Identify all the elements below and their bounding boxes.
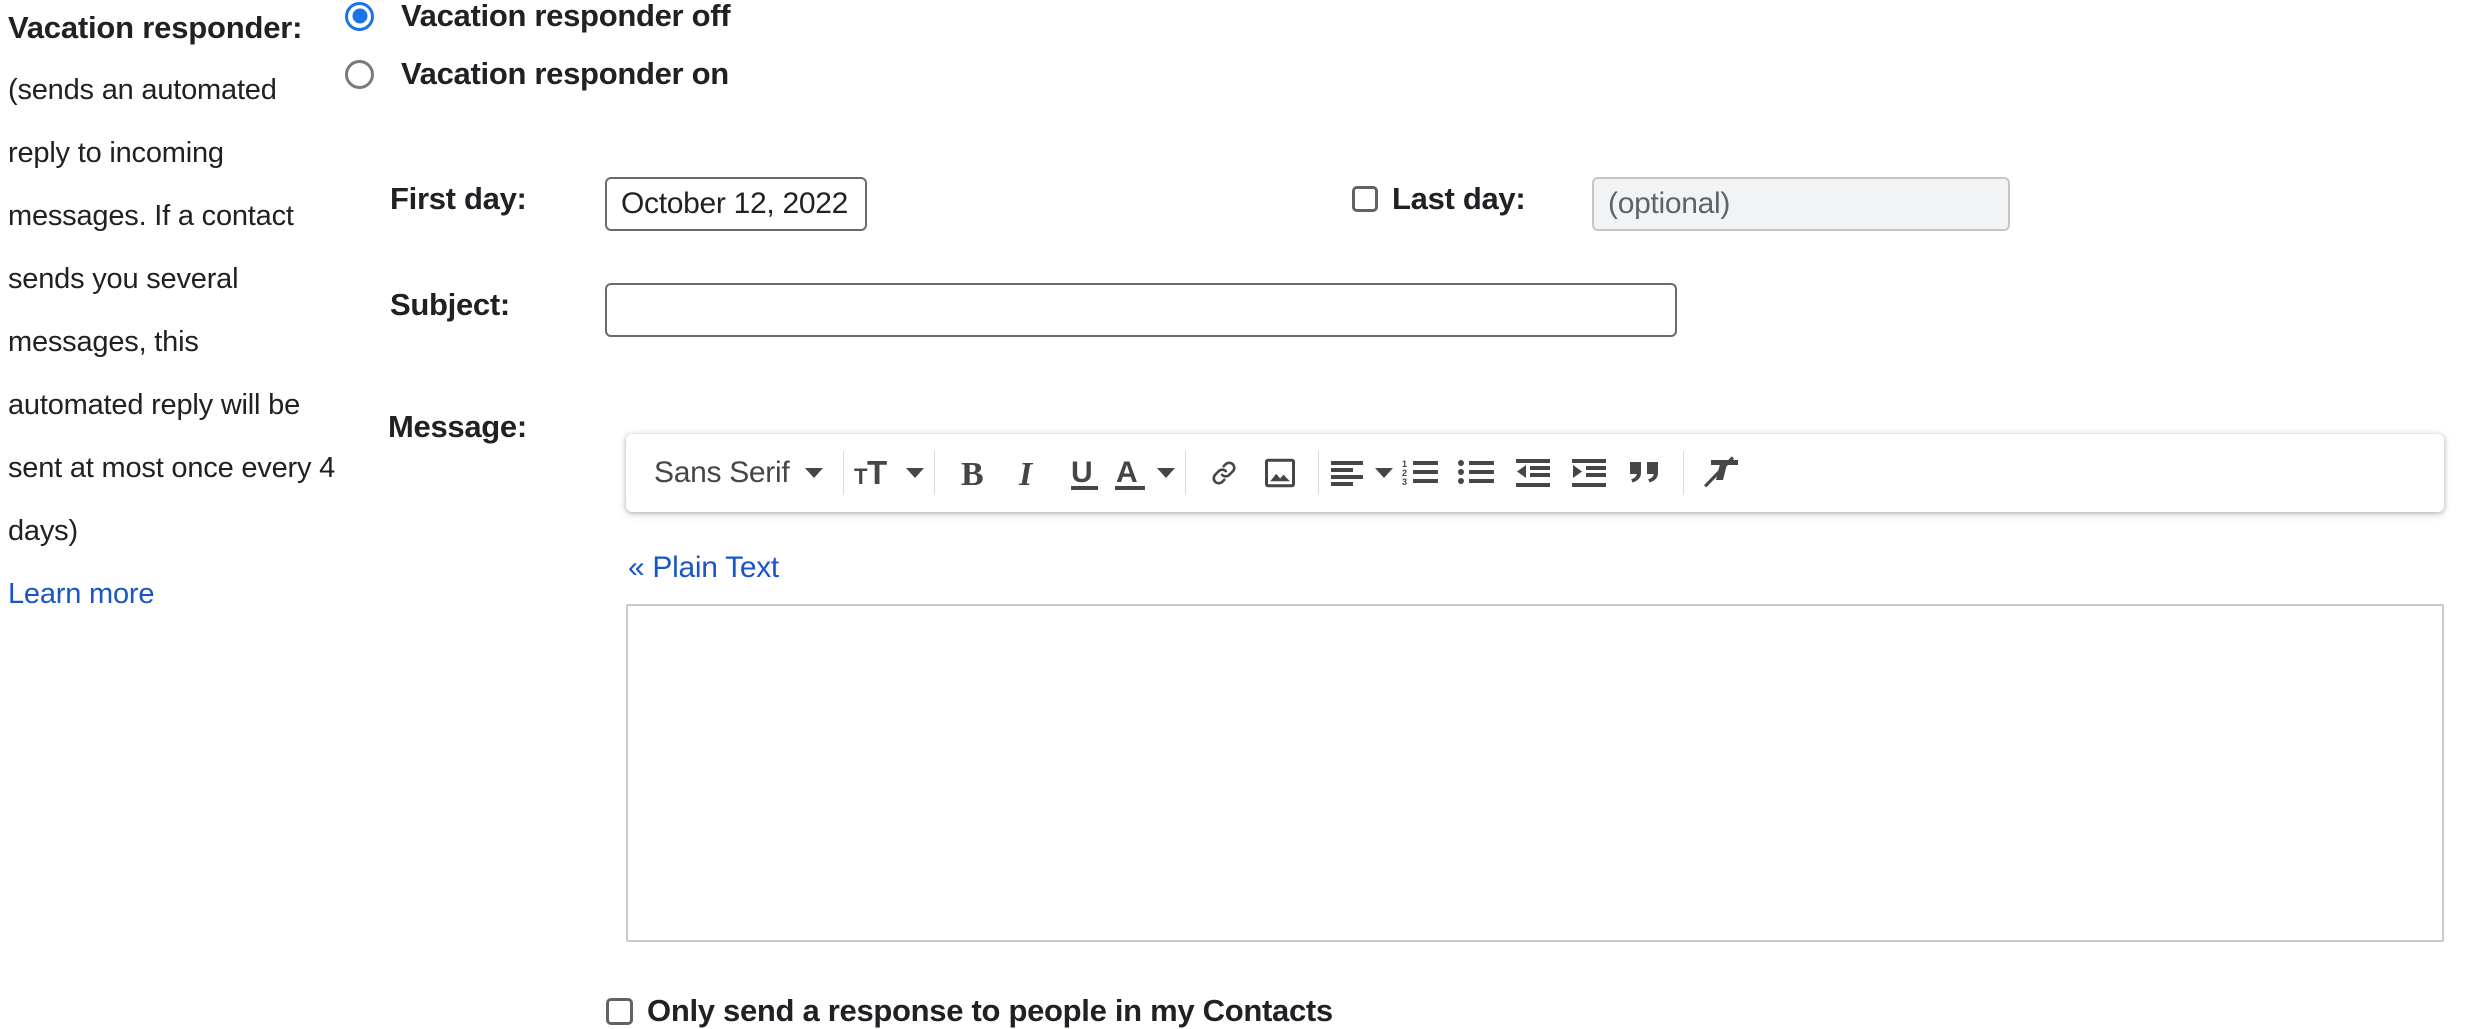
svg-text:I: I bbox=[1018, 456, 1034, 490]
last-day-label: Last day: bbox=[1392, 181, 1526, 216]
first-day-input[interactable] bbox=[605, 177, 867, 231]
contacts-only-option[interactable]: Only send a response to people in my Con… bbox=[606, 993, 1333, 1029]
remove-formatting-icon bbox=[1702, 455, 1742, 491]
message-body-editor[interactable] bbox=[626, 604, 2444, 942]
chevron-down-icon bbox=[805, 468, 824, 478]
svg-text:A: A bbox=[1116, 456, 1138, 489]
last-day-checkbox[interactable] bbox=[1352, 186, 1378, 212]
bulleted-list-button[interactable] bbox=[1449, 445, 1505, 501]
contacts-only-checkbox[interactable] bbox=[606, 997, 633, 1025]
numbered-list-icon: 1 2 3 bbox=[1402, 458, 1440, 488]
quote-button[interactable] bbox=[1617, 445, 1673, 501]
learn-more-link[interactable]: Learn more bbox=[8, 563, 155, 626]
image-icon bbox=[1262, 455, 1298, 491]
last-day-checkbox-wrapper[interactable] bbox=[1352, 186, 1378, 212]
underline-icon: U bbox=[1068, 455, 1102, 491]
indent-less-button[interactable] bbox=[1505, 445, 1561, 501]
indent-more-icon bbox=[1570, 457, 1608, 489]
last-day-input[interactable] bbox=[1592, 177, 2010, 231]
toolbar-divider bbox=[1318, 451, 1320, 495]
toolbar-divider bbox=[1185, 451, 1187, 495]
font-size-icon: T T bbox=[854, 456, 896, 490]
bold-icon: B bbox=[957, 456, 989, 490]
toolbar-divider bbox=[843, 451, 845, 495]
bulleted-list-icon bbox=[1458, 458, 1496, 488]
vacation-responder-description: Vacation responder: (sends an automated … bbox=[8, 0, 338, 626]
chevron-down-icon bbox=[1375, 468, 1394, 478]
italic-icon: I bbox=[1014, 456, 1044, 490]
bold-button[interactable]: B bbox=[945, 445, 1001, 501]
vacation-responder-settings: Vacation responder: (sends an automated … bbox=[0, 0, 2467, 1029]
section-title: Vacation responder: bbox=[8, 10, 303, 45]
text-color-button[interactable]: A bbox=[1113, 445, 1176, 501]
chevron-down-icon bbox=[1157, 468, 1176, 478]
chevron-down-icon bbox=[906, 468, 925, 478]
align-button[interactable] bbox=[1329, 445, 1394, 501]
radio-on-label[interactable]: Vacation responder on bbox=[401, 56, 729, 92]
indent-more-button[interactable] bbox=[1561, 445, 1617, 501]
indent-less-icon bbox=[1514, 457, 1552, 489]
text-color-icon: A bbox=[1113, 455, 1147, 491]
underline-button[interactable]: U bbox=[1057, 445, 1113, 501]
radio-off-icon[interactable] bbox=[345, 1, 374, 31]
remove-formatting-button[interactable] bbox=[1694, 445, 1750, 501]
message-label: Message: bbox=[388, 409, 527, 444]
radio-vacation-responder-on[interactable]: Vacation responder on bbox=[345, 56, 729, 92]
formatting-toolbar: Sans Serif T T B I U A 1 2 3 bbox=[626, 434, 2444, 512]
font-size-button[interactable]: T T bbox=[854, 445, 925, 501]
radio-vacation-responder-off[interactable]: Vacation responder off bbox=[345, 0, 731, 34]
subject-input[interactable] bbox=[605, 283, 1677, 337]
align-left-icon bbox=[1329, 458, 1365, 488]
insert-image-button[interactable] bbox=[1252, 445, 1308, 501]
subject-label: Subject: bbox=[390, 287, 510, 322]
plain-text-link[interactable]: « Plain Text bbox=[628, 551, 779, 585]
toolbar-divider bbox=[934, 451, 936, 495]
svg-text:3: 3 bbox=[1402, 477, 1407, 487]
quote-icon bbox=[1628, 458, 1662, 488]
radio-off-label[interactable]: Vacation responder off bbox=[401, 0, 731, 34]
font-family-selector[interactable]: Sans Serif bbox=[640, 445, 833, 501]
first-day-label: First day: bbox=[390, 181, 527, 216]
radio-on-icon[interactable] bbox=[345, 59, 374, 89]
section-note: (sends an automated reply to incoming me… bbox=[8, 74, 336, 547]
svg-text:U: U bbox=[1071, 456, 1093, 489]
numbered-list-button[interactable]: 1 2 3 bbox=[1393, 445, 1449, 501]
svg-text:B: B bbox=[961, 456, 984, 490]
svg-text:T: T bbox=[854, 464, 868, 489]
insert-link-button[interactable] bbox=[1196, 445, 1252, 501]
font-family-label: Sans Serif bbox=[654, 456, 790, 489]
link-icon bbox=[1203, 458, 1245, 488]
toolbar-divider bbox=[1683, 451, 1685, 495]
italic-button[interactable]: I bbox=[1001, 445, 1057, 501]
svg-text:T: T bbox=[867, 456, 887, 490]
contacts-only-label[interactable]: Only send a response to people in my Con… bbox=[647, 993, 1333, 1029]
